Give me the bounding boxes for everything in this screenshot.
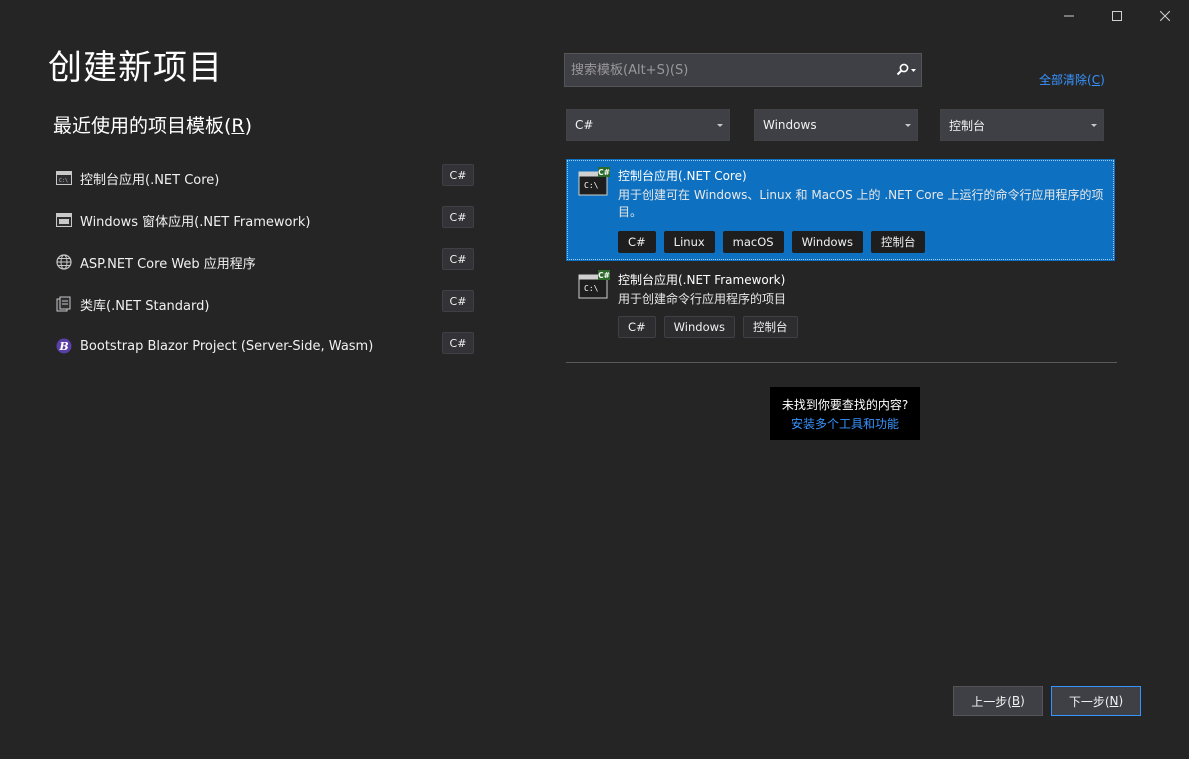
search-icon (896, 63, 916, 76)
template-search-input[interactable] (565, 54, 891, 86)
clear-all-prefix: 全部清除( (1039, 73, 1092, 87)
svg-text:C:\: C:\ (584, 284, 599, 293)
language-badge: C# (442, 164, 474, 186)
clear-all-suffix: ) (1100, 73, 1105, 87)
svg-text:C#: C# (598, 271, 610, 280)
recent-item-label: Bootstrap Blazor Project (Server-Side, W… (80, 338, 374, 354)
close-button[interactable] (1141, 0, 1189, 32)
language-badge: C# (442, 332, 474, 354)
minimize-button[interactable] (1045, 0, 1093, 32)
language-badge: C# (442, 206, 474, 228)
next-button[interactable]: 下一步(N) (1051, 686, 1141, 716)
recent-item-bootstrap-blazor[interactable]: B Bootstrap Blazor Project (Server-Side,… (52, 325, 476, 367)
recent-heading-hotkey: R (231, 115, 245, 137)
recent-templates-list: C:\ 控制台应用(.NET Core) C# Windows 窗体应用(.NE… (52, 157, 476, 367)
recent-heading-suffix: ) (244, 115, 253, 137)
template-description: 用于创建可在 Windows、Linux 和 MacOS 上的 .NET Cor… (618, 188, 1104, 219)
template-tags: C# Windows 控制台 (618, 316, 798, 338)
back-button[interactable]: 上一步(B) (953, 686, 1043, 716)
clear-all-hotkey: C (1091, 73, 1101, 87)
platform-filter-value: Windows (763, 118, 817, 132)
template-search-box (564, 53, 922, 87)
not-found-panel: 未找到你要查找的内容? 安装多个工具和功能 (770, 387, 920, 440)
tag-language: C# (618, 316, 656, 338)
recent-templates-heading: 最近使用的项目模板(R) (53, 111, 252, 138)
console-app-icon: C:\ C# (578, 270, 610, 300)
recent-item-label: ASP.NET Core Web 应用程序 (80, 256, 256, 272)
tag-platform: Windows (791, 231, 863, 253)
results-divider (566, 362, 1117, 363)
maximize-icon (1112, 11, 1122, 21)
back-button-suffix: ) (1020, 694, 1025, 708)
recent-item-label: 控制台应用(.NET Core) (80, 172, 220, 188)
svg-text:C#: C# (598, 168, 610, 177)
project-type-filter-value: 控制台 (949, 118, 986, 133)
template-tags: C# Linux macOS Windows 控制台 (618, 231, 926, 253)
page-title: 创建新项目 (48, 48, 223, 88)
chevron-down-icon (717, 123, 723, 127)
back-button-prefix: 上一步( (971, 694, 1012, 709)
back-button-hotkey: B (1011, 694, 1021, 708)
language-filter-dropdown[interactable]: C# (566, 109, 730, 141)
platform-filter-dropdown[interactable]: Windows (754, 109, 918, 141)
svg-text:C:\: C:\ (59, 178, 68, 184)
chevron-down-icon (905, 123, 911, 127)
tag-platform: Windows (663, 316, 736, 338)
install-tools-link[interactable]: 安装多个工具和功能 (791, 415, 899, 432)
template-item-console-core[interactable]: C:\ C# 控制台应用(.NET Core) 用于创建可在 Windows、Li… (566, 159, 1115, 261)
close-icon (1160, 11, 1170, 21)
template-title: 控制台应用(.NET Framework) (618, 273, 786, 287)
console-app-icon: C:\ C# (578, 167, 610, 197)
bootstrap-blazor-icon: B (54, 336, 74, 356)
language-badge: C# (442, 290, 474, 312)
not-found-text: 未找到你要查找的内容? (781, 397, 909, 412)
next-button-prefix: 下一步( (1068, 694, 1110, 709)
chevron-down-icon (1091, 123, 1097, 127)
class-library-icon (54, 294, 74, 314)
console-app-icon: C:\ (54, 168, 74, 188)
svg-text:C:\: C:\ (584, 181, 599, 190)
tag-platform: Linux (663, 231, 715, 253)
recent-item-label: 类库(.NET Standard) (80, 298, 210, 314)
svg-text:B: B (58, 340, 68, 353)
tag-platform: macOS (722, 231, 784, 253)
tag-language: C# (618, 231, 656, 253)
web-globe-icon (54, 252, 74, 272)
template-title: 控制台应用(.NET Core) (618, 169, 747, 183)
recent-item-winforms[interactable]: Windows 窗体应用(.NET Framework) C# (52, 199, 476, 241)
project-type-filter-dropdown[interactable]: 控制台 (940, 109, 1104, 141)
next-button-suffix: ) (1118, 694, 1124, 708)
tag-project-type: 控制台 (870, 231, 926, 253)
tag-project-type: 控制台 (743, 316, 798, 338)
search-options-button[interactable] (891, 54, 921, 86)
recent-heading-prefix: 最近使用的项目模板( (53, 115, 232, 137)
clear-all-link[interactable]: 全部清除(C) (1039, 71, 1105, 88)
recent-item-aspnet[interactable]: ASP.NET Core Web 应用程序 C# (52, 241, 476, 283)
template-description: 用于创建命令行应用程序的项目 (618, 292, 787, 306)
template-item-console-framework[interactable]: C:\ C# 控制台应用(.NET Framework) 用于创建命令行应用程序的… (566, 262, 1115, 352)
language-filter-value: C# (575, 118, 594, 132)
create-project-window: 创建新项目 最近使用的项目模板(R) C:\ 控制台应用(.NET Core) … (0, 0, 1189, 759)
window-controls (1045, 0, 1189, 32)
next-button-hotkey: N (1109, 694, 1119, 708)
windows-forms-icon (54, 210, 74, 230)
recent-item-label: Windows 窗体应用(.NET Framework) (80, 214, 311, 230)
recent-item-class-library[interactable]: 类库(.NET Standard) C# (52, 283, 476, 325)
language-badge: C# (442, 248, 474, 270)
maximize-button[interactable] (1093, 0, 1141, 32)
minimize-icon (1064, 15, 1074, 17)
recent-item-console-core[interactable]: C:\ 控制台应用(.NET Core) C# (52, 157, 476, 199)
